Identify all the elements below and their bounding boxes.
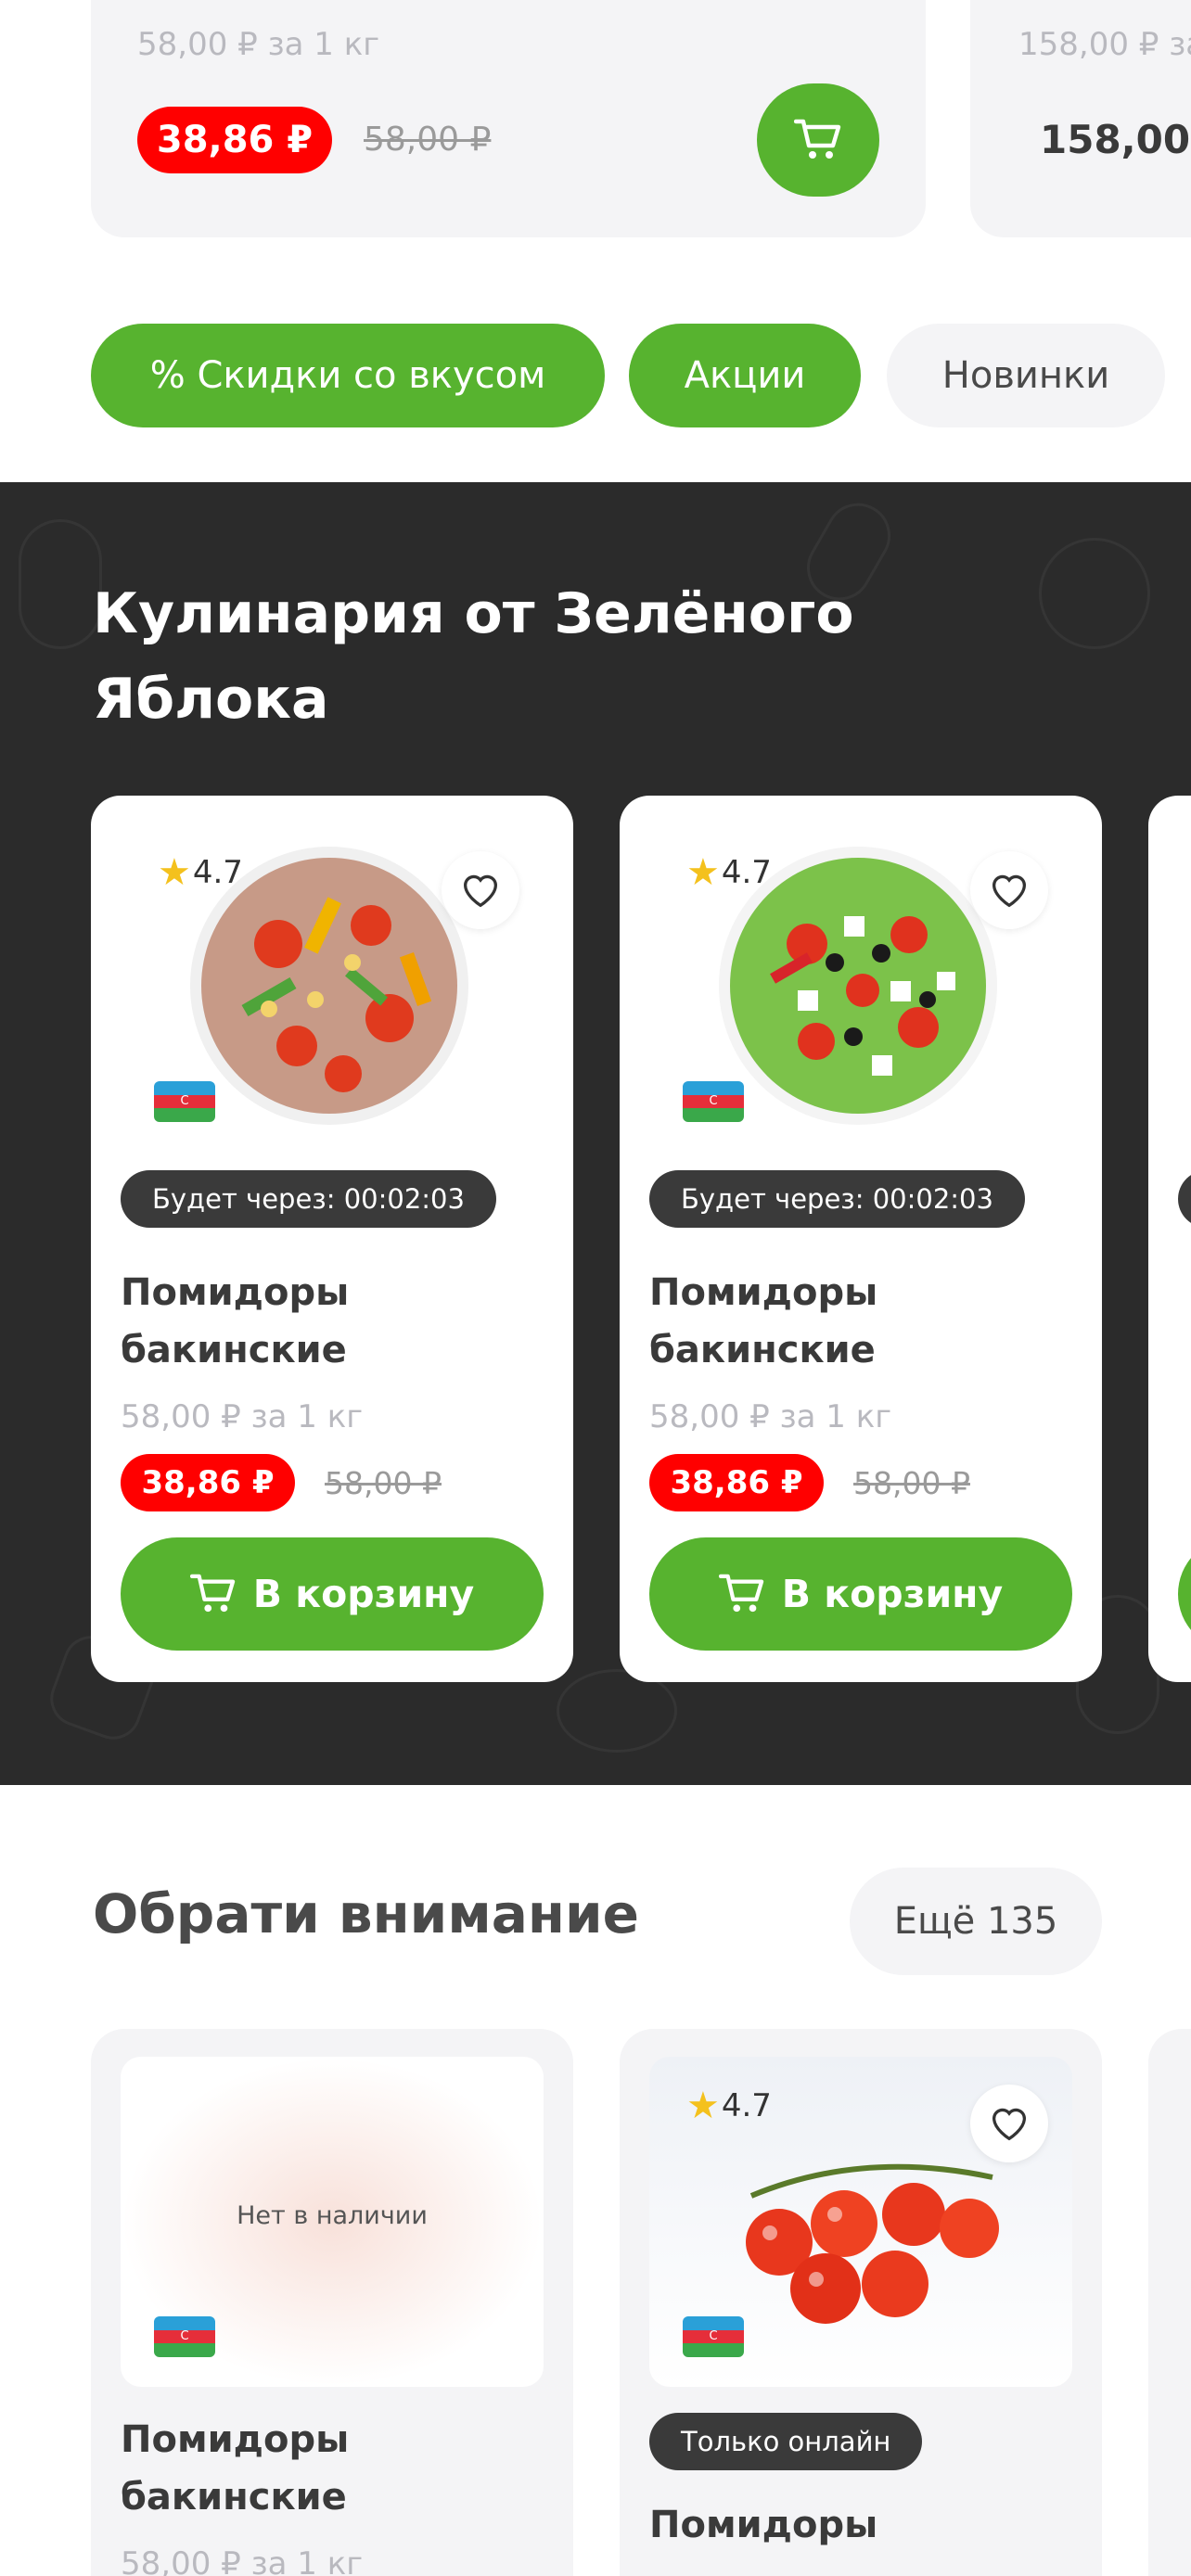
timer-badge — [1178, 1170, 1191, 1228]
background-doodle — [19, 519, 102, 649]
product-name[interactable]: Помидоры бакинские — [121, 2411, 547, 2526]
sale-price-badge: 38,86 ₽ — [649, 1454, 824, 1511]
chip-new[interactable]: Новинки — [887, 324, 1165, 427]
price: 158,00 — [1040, 117, 1191, 162]
old-price: 58,00 ₽ — [364, 121, 492, 159]
product-card[interactable]: 158,00 ₽ за 1 кг 158,00 — [970, 0, 1191, 237]
favorite-button[interactable] — [442, 851, 519, 929]
rating: ★ 4.7 — [158, 851, 243, 894]
add-to-cart-label: В корзину — [781, 1572, 1004, 1616]
unit-price: 58,00 ₽ за 1 кг — [137, 26, 380, 63]
chip-promotions[interactable]: Акции — [629, 324, 861, 427]
show-more-button[interactable]: Ещё 135 — [850, 1868, 1102, 1975]
cart-icon — [718, 1574, 763, 1613]
unit-price: 58,00 ₽ за 1 кг — [121, 2545, 364, 2576]
heart-icon — [463, 874, 498, 908]
add-to-cart-label: В корзину — [252, 1572, 475, 1616]
unit-price: 58,00 ₽ за 1 кг — [649, 1398, 892, 1435]
product-card[interactable] — [1148, 796, 1191, 1682]
product-card[interactable]: ★ 4.7 C Будет через: 00:02:03 Помидоры ба… — [91, 796, 573, 1682]
add-to-cart-button[interactable] — [757, 83, 879, 197]
product-card[interactable] — [1148, 2029, 1191, 2576]
online-only-badge: Только онлайн — [649, 2413, 923, 2470]
product-image: ★ 4.7 C — [649, 2057, 1072, 2387]
unit-price: 158,00 ₽ за 1 кг — [1018, 26, 1191, 63]
favorite-button[interactable] — [970, 2085, 1048, 2162]
product-name[interactable]: Помидоры бакинские — [121, 1264, 547, 1379]
rating: ★ 4.7 — [686, 851, 772, 894]
cart-icon — [794, 119, 841, 159]
heart-icon — [992, 874, 1027, 908]
add-to-cart-button[interactable] — [1178, 1537, 1191, 1651]
add-to-cart-button[interactable]: В корзину — [649, 1537, 1072, 1651]
cart-icon — [189, 1574, 235, 1613]
timer-badge: Будет через: 00:02:03 — [121, 1170, 496, 1228]
favorite-button[interactable] — [970, 851, 1048, 929]
azerbaijan-flag-icon: C — [683, 2316, 744, 2357]
azerbaijan-flag-icon: C — [154, 1081, 215, 1122]
product-card[interactable]: Нет в наличии C Помидоры бакинские 58,00… — [91, 2029, 573, 2576]
rating: ★ 4.7 — [686, 2085, 772, 2127]
rating-value: 4.7 — [721, 854, 772, 891]
heart-icon — [992, 2108, 1027, 2141]
out-of-stock-label: Нет в наличии — [237, 2201, 428, 2230]
tomatoes-image — [746, 2163, 999, 2324]
azerbaijan-flag-icon: C — [683, 1081, 744, 1122]
product-card[interactable]: 58,00 ₽ за 1 кг 38,86 ₽ 58,00 ₽ — [91, 0, 926, 237]
product-card[interactable]: ★ 4.7 C Будет через: 00:02:03 Помидоры ба… — [620, 796, 1102, 1682]
star-icon: ★ — [686, 851, 720, 894]
chip-discounts[interactable]: % Скидки со вкусом — [91, 324, 605, 427]
product-image: ★ 4.7 C — [121, 823, 544, 1152]
add-to-cart-button[interactable]: В корзину — [121, 1537, 544, 1651]
product-name[interactable]: Помидоры — [649, 2496, 1076, 2554]
unit-price: 58,00 ₽ за 1 кг — [121, 1398, 364, 1435]
timer-badge: Будет через: 00:02:03 — [649, 1170, 1025, 1228]
section-title: Обрати внимание — [93, 1882, 639, 1945]
page: 58,00 ₽ за 1 кг 38,86 ₽ 58,00 ₽ 158,00 ₽… — [0, 0, 1191, 2576]
old-price: 58,00 ₽ — [853, 1465, 970, 1501]
section-title: Кулинария от Зелёного Яблока — [93, 581, 854, 732]
product-name[interactable]: Помидоры бакинские — [649, 1264, 1076, 1379]
background-doodle — [1039, 538, 1150, 649]
culinary-section: Кулинария от Зелёного Яблока ★ 4.7 C Буд… — [0, 482, 1191, 1785]
old-price: 58,00 ₽ — [325, 1465, 442, 1501]
star-icon: ★ — [158, 851, 191, 894]
product-card[interactable]: ★ 4.7 C Только онлайн Помидоры — [620, 2029, 1102, 2576]
azerbaijan-flag-icon: C — [154, 2316, 215, 2357]
rating-value: 4.7 — [721, 2087, 772, 2124]
product-image: ★ 4.7 C — [649, 823, 1072, 1152]
rating-value: 4.7 — [192, 854, 243, 891]
sale-price-badge: 38,86 ₽ — [121, 1454, 295, 1511]
star-icon: ★ — [686, 2085, 720, 2127]
product-image — [1178, 823, 1191, 1152]
product-image: Нет в наличии C — [121, 2057, 544, 2387]
sale-price-badge: 38,86 ₽ — [137, 107, 332, 173]
